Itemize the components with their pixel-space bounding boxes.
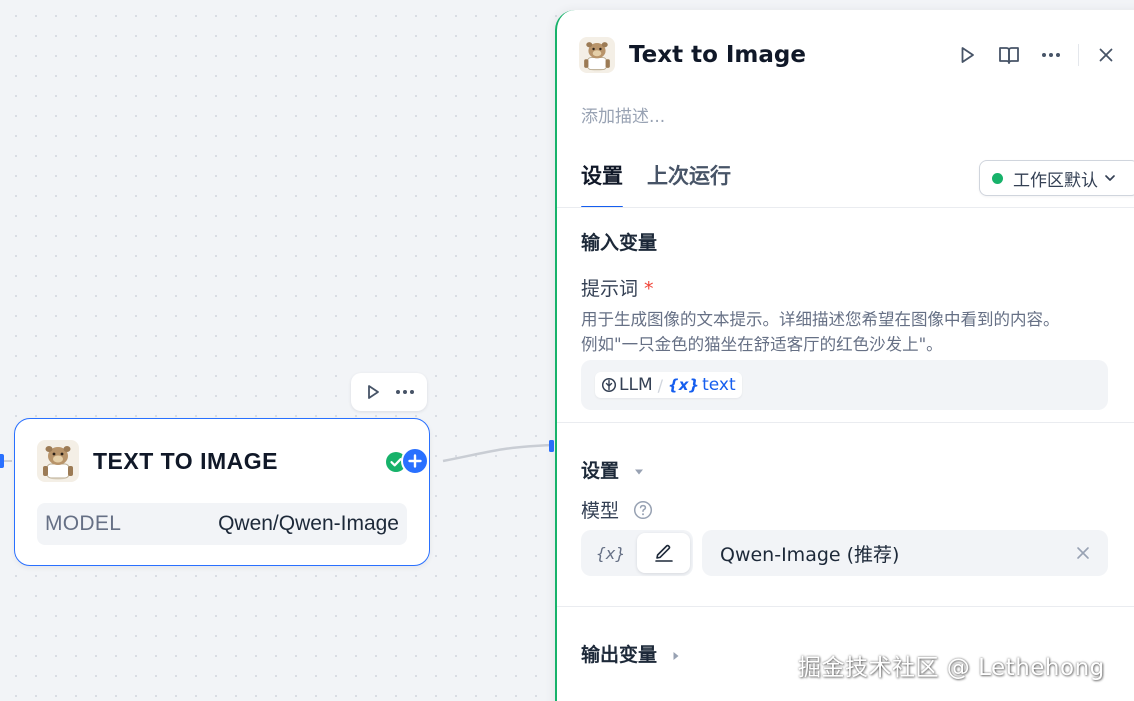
- settings-title: 设置: [581, 460, 620, 482]
- node-toolbar: [351, 373, 427, 411]
- chip-node-name: LLM: [619, 375, 653, 395]
- model-mode-toggle: {x}: [581, 530, 693, 576]
- tab-settings[interactable]: 设置: [581, 160, 623, 208]
- node-model-key: MODEL: [45, 512, 122, 535]
- description-input[interactable]: 添加描述...: [581, 102, 665, 127]
- prompt-input[interactable]: LLM / {x} text: [581, 360, 1108, 410]
- status-dot-icon: [992, 172, 1003, 184]
- llm-node-icon: [601, 377, 617, 393]
- output-variables-title: 输出变量: [581, 644, 658, 666]
- play-icon: [368, 385, 379, 399]
- panel-tabs: 设置 上次运行: [581, 160, 731, 208]
- workspace-label: 工作区默认: [1013, 170, 1098, 191]
- plus-icon: [408, 454, 422, 468]
- input-variables-title: 输入变量: [581, 232, 658, 254]
- more-icon: [396, 390, 414, 394]
- node-title: TEXT TO IMAGE: [93, 447, 278, 474]
- output-section-toggle[interactable]: 输出变量: [581, 640, 680, 667]
- docs-button[interactable]: [988, 37, 1030, 73]
- chip-variable-name: text: [702, 375, 736, 395]
- clear-icon[interactable]: [1076, 546, 1090, 560]
- prompt-field-label: 提示词 *: [581, 274, 654, 301]
- help-line-1: 用于生成图像的文本提示。详细描述您希望在图像中看到的内容。: [581, 310, 1060, 329]
- book-icon: [999, 47, 1019, 64]
- node-settings-panel: Text to Image 添加描述... 设置 上次运行 工作区默认 输入变量…: [555, 10, 1134, 701]
- settings-section-toggle[interactable]: 设置: [581, 456, 644, 483]
- tool-avatar-icon: [579, 37, 615, 73]
- help-line-2: 例如"一只金色的猫坐在舒适客厅的红色沙发上"。: [581, 335, 943, 354]
- pencil-icon: [654, 544, 673, 562]
- close-icon: [1099, 48, 1113, 62]
- variable-chip[interactable]: LLM / {x} text: [595, 372, 742, 398]
- panel-more-button[interactable]: [1030, 37, 1072, 73]
- panel-header: Text to Image: [579, 36, 1119, 74]
- caret-down-icon: [634, 469, 643, 474]
- node-model-value: Qwen/Qwen-Image: [218, 512, 399, 535]
- section-divider: [557, 422, 1134, 423]
- model-select[interactable]: Qwen-Image (推荐): [702, 530, 1108, 576]
- variable-icon: {x}: [668, 376, 700, 394]
- run-node-button[interactable]: [361, 380, 385, 404]
- panel-title: Text to Image: [629, 42, 806, 68]
- workspace-default-dropdown[interactable]: 工作区默认: [979, 160, 1134, 196]
- manual-mode-option[interactable]: [637, 533, 690, 573]
- prompt-label-text: 提示词: [581, 278, 639, 300]
- prompt-help-text: 用于生成图像的文本提示。详细描述您希望在图像中看到的内容。 例如"一只金色的猫坐…: [581, 307, 1111, 357]
- panel-actions: [946, 36, 1127, 74]
- chevron-down-icon: [1105, 175, 1115, 181]
- chip-separator: /: [657, 375, 664, 395]
- panel-avatar: [579, 37, 615, 73]
- caret-right-icon: [673, 651, 679, 660]
- node-model-row: MODEL Qwen/Qwen-Image: [37, 503, 407, 545]
- help-circle-icon[interactable]: [633, 500, 653, 520]
- node-header: TEXT TO IMAGE: [37, 439, 415, 483]
- node-input-handle[interactable]: [0, 454, 4, 468]
- variable-icon: {x}: [595, 543, 626, 563]
- run-step-button[interactable]: [946, 37, 988, 73]
- model-select-value: Qwen-Image (推荐): [720, 543, 900, 566]
- tab-last-run[interactable]: 上次运行: [647, 160, 731, 206]
- model-field-label: 模型: [581, 496, 653, 523]
- close-panel-button[interactable]: [1085, 37, 1127, 73]
- section-divider: [557, 606, 1134, 607]
- tool-avatar-icon: [37, 440, 79, 482]
- required-mark: *: [644, 278, 654, 300]
- workflow-node-text-to-image[interactable]: TEXT TO IMAGE MODEL Qwen/Qwen-Image: [14, 418, 430, 566]
- variable-mode-option[interactable]: {x}: [584, 533, 637, 573]
- node-more-button[interactable]: [393, 380, 417, 404]
- play-icon: [961, 47, 974, 63]
- actions-divider: [1078, 44, 1079, 66]
- watermark: 掘金技术社区 @ Lethehong: [798, 655, 1105, 681]
- add-next-node-button[interactable]: [401, 447, 429, 475]
- model-label-text: 模型: [581, 500, 620, 522]
- more-icon: [1042, 53, 1060, 57]
- tabs-divider: [557, 207, 1134, 208]
- node-avatar: [37, 440, 79, 482]
